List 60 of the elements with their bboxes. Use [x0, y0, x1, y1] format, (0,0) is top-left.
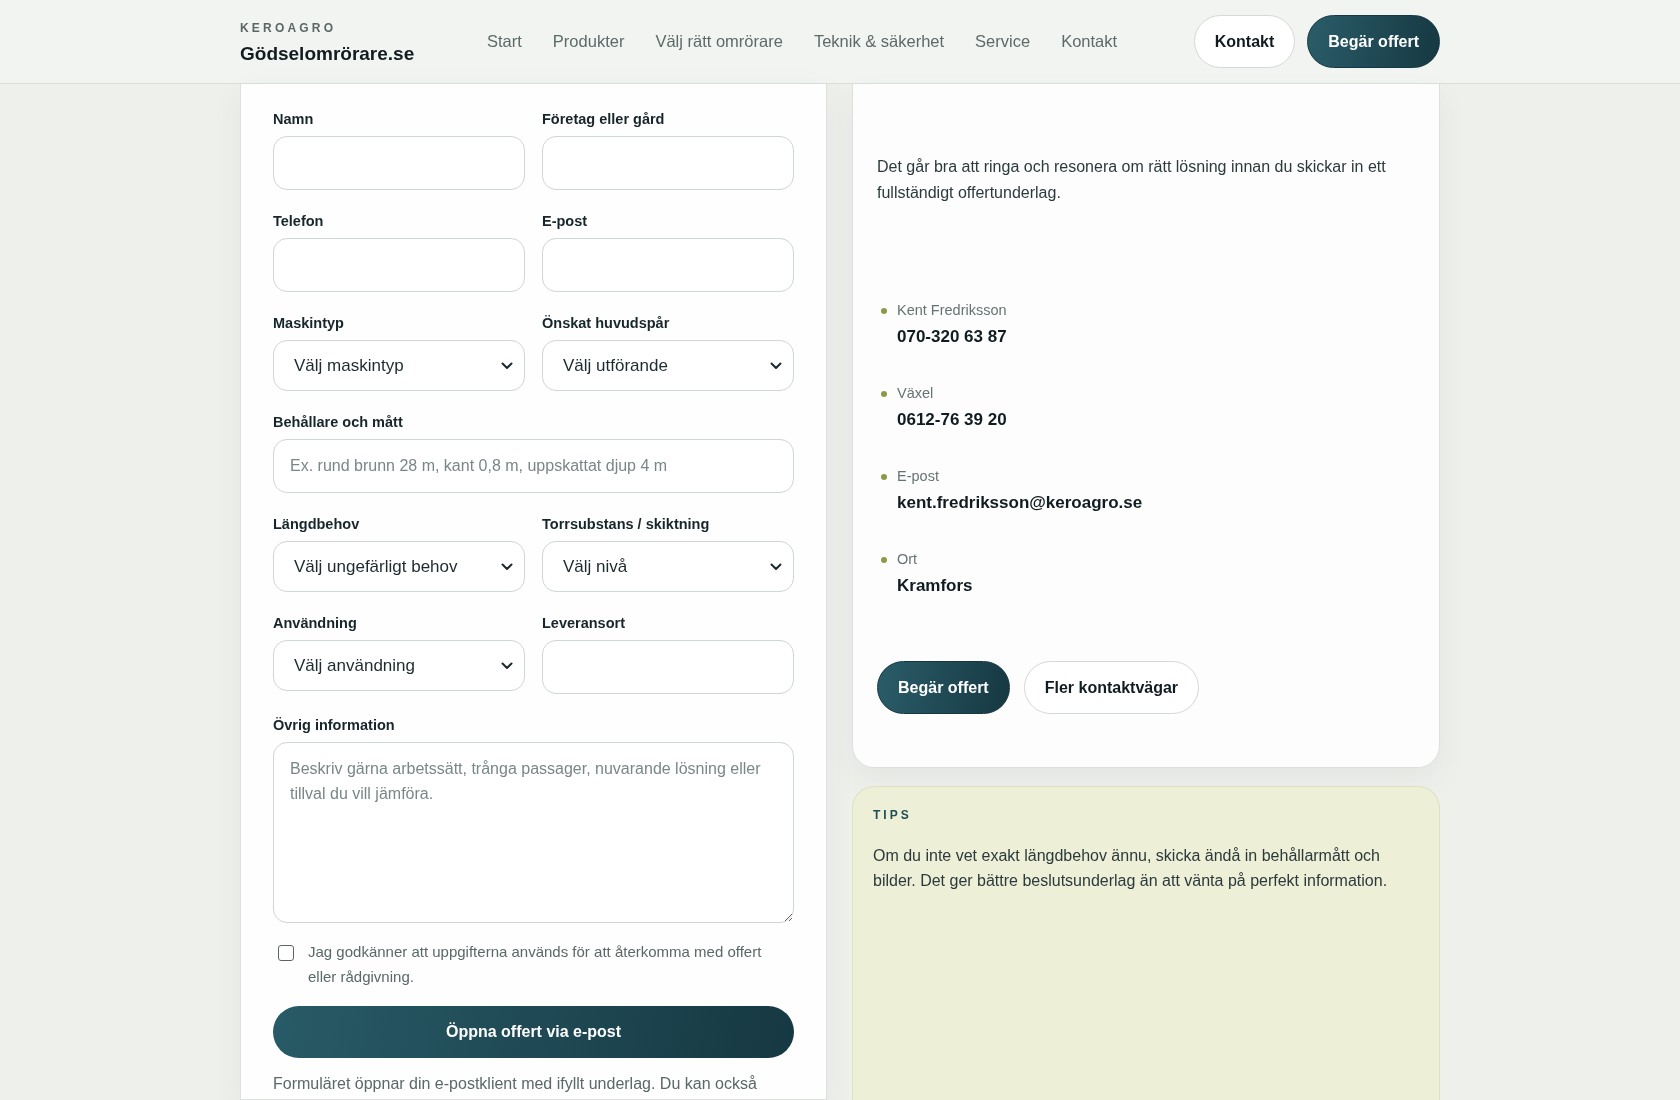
- field-label: Övrig information: [273, 716, 395, 734]
- input-field[interactable]: [542, 640, 794, 694]
- select-field[interactable]: Välj maskintyp: [273, 340, 525, 391]
- field-label: Längdbehov: [273, 515, 360, 533]
- brand-name[interactable]: Gödselomrörare.se: [240, 42, 415, 65]
- input-field[interactable]: [542, 136, 794, 190]
- chevron-down-icon: [770, 361, 782, 370]
- chevron-down-icon: [501, 562, 513, 571]
- nav-link[interactable]: Start: [487, 28, 522, 55]
- contact-label: E-post: [897, 467, 939, 486]
- nav-link[interactable]: Teknik & säkerhet: [813, 28, 945, 55]
- dot-icon: [881, 391, 887, 397]
- field-label: Namn: [273, 110, 314, 128]
- input-field[interactable]: [273, 238, 525, 292]
- chevron-down-icon: [501, 661, 513, 670]
- select-field[interactable]: Välj ungefärligt behov: [273, 541, 525, 592]
- primary-button[interactable]: Begär offert: [877, 661, 1010, 714]
- dot-icon: [881, 474, 887, 480]
- textarea-field[interactable]: Beskriv gärna arbetssätt, trånga passager, nuvarande lösning eller tillval du vill jämföra.: [273, 742, 794, 923]
- contact-label: Ort: [897, 550, 918, 569]
- tips-text: Om du inte vet exakt längdbehov ännu, skicka ändå in behållarmått och bilder. Det ger bättre beslutsunderlag än att vänta på perfekt information.: [873, 846, 1389, 891]
- nav-link[interactable]: Kontakt: [1061, 28, 1118, 55]
- field-label: Leveransort: [542, 614, 625, 632]
- intro-text: Det går bra att ringa och resonera om rätt lösning innan du skickar in ett fullständigt offertunderlag.: [877, 157, 1387, 203]
- secondary-button[interactable]: Kontakt: [1193, 15, 1296, 68]
- field-label: Behållare och mått: [273, 413, 403, 431]
- nav-link[interactable]: Produkter: [552, 28, 625, 55]
- select-field[interactable]: Välj användning: [273, 640, 525, 691]
- contact-label: Växel: [897, 384, 934, 403]
- contact-value: kent.fredriksson@keroagro.se: [897, 492, 1143, 514]
- field-label: Torrsubstans / skiktning: [542, 515, 710, 533]
- field-label: Önskat huvudspår: [542, 314, 670, 332]
- dot-icon: [881, 308, 887, 314]
- input-field[interactable]: Ex. rund brunn 28 m, kant 0,8 m, uppskattat djup 4 m: [273, 439, 794, 493]
- input-field[interactable]: [542, 238, 794, 292]
- field-label: Telefon: [273, 212, 324, 230]
- contact-label: Kent Fredriksson: [897, 301, 1007, 320]
- chevron-down-icon: [770, 562, 782, 571]
- contact-value: 070-320 63 87: [897, 326, 1007, 348]
- field-label: Användning: [273, 614, 357, 632]
- brand-kicker: KEROAGRO: [240, 20, 337, 35]
- nav-link[interactable]: Välj rätt omrörare: [655, 28, 783, 55]
- primary-button[interactable]: Begär offert: [1307, 15, 1440, 68]
- contact-value: 0612-76 39 20: [897, 409, 1007, 431]
- contact-value: Kramfors: [897, 575, 973, 597]
- chevron-down-icon: [501, 361, 513, 370]
- nav-link[interactable]: Service: [975, 28, 1031, 55]
- input-field[interactable]: [273, 136, 525, 190]
- select-field[interactable]: Välj nivå: [542, 541, 794, 592]
- consent-text: Jag godkänner att uppgifterna används för att återkomma med offert eller rådgivning.: [308, 942, 763, 987]
- submit-button[interactable]: Öppna offert via e-post: [273, 1006, 794, 1058]
- field-label: E-post: [542, 212, 588, 230]
- select-field[interactable]: Välj utförande: [542, 340, 794, 391]
- dot-icon: [881, 557, 887, 563]
- secondary-button[interactable]: Fler kontaktvägar: [1023, 661, 1200, 714]
- field-label: Företag eller gård: [542, 110, 665, 128]
- tips-heading: TIPS: [873, 807, 912, 823]
- form-note: Formuläret öppnar din e-postklient med ifyllt underlag. Du kan också: [273, 1074, 758, 1094]
- field-label: Maskintyp: [273, 314, 344, 332]
- checkbox[interactable]: [278, 945, 294, 961]
